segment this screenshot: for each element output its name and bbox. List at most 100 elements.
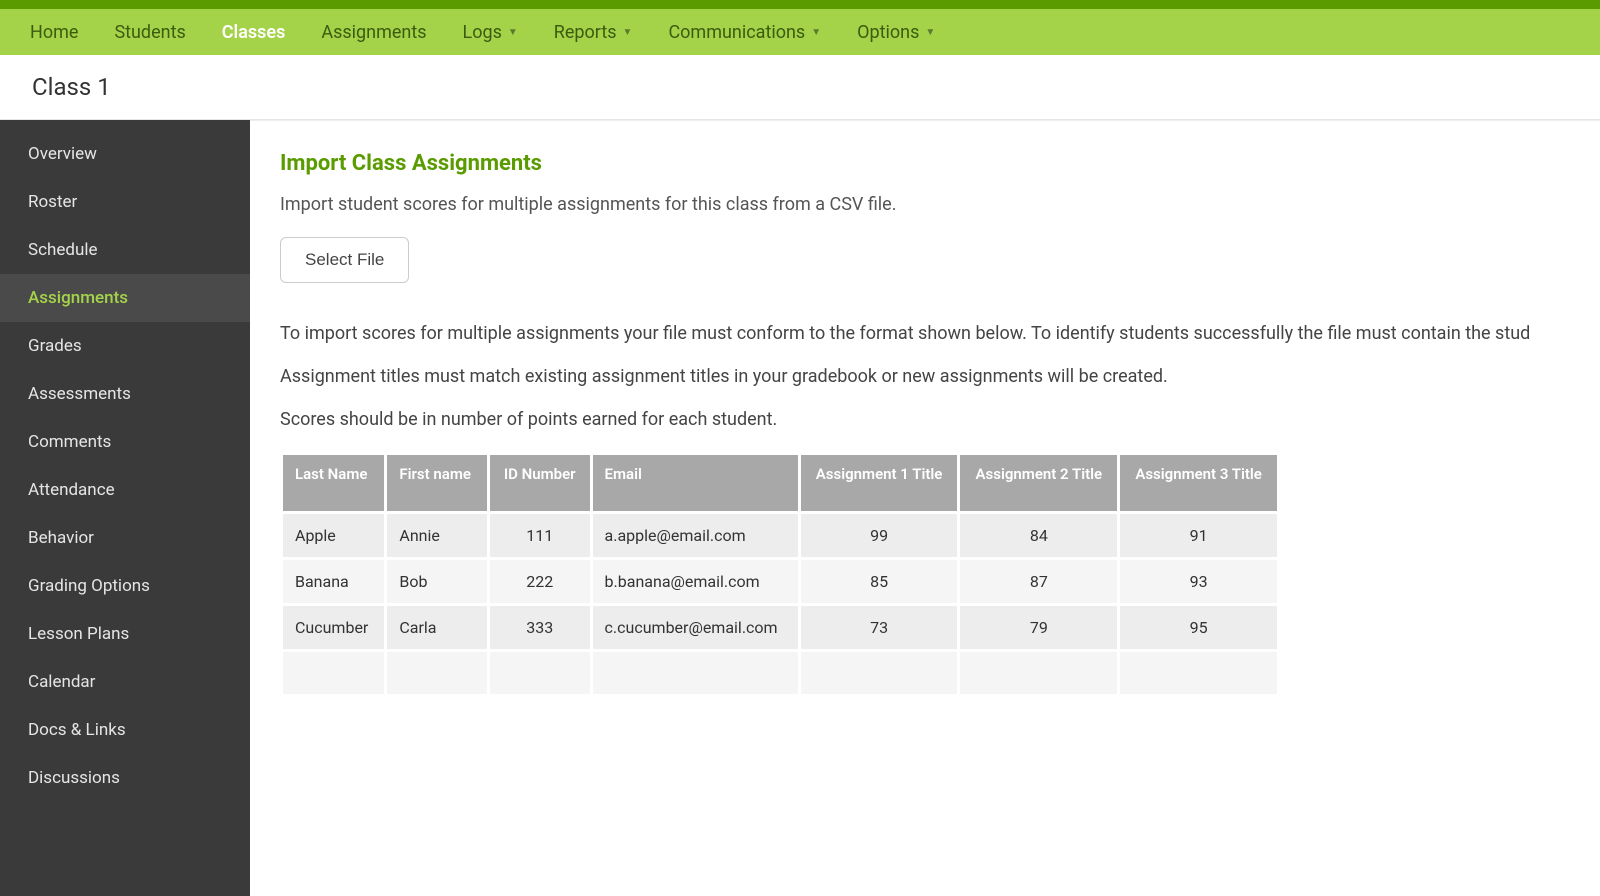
col-last-name: Last Name: [283, 455, 384, 511]
sidebar: Overview Roster Schedule Assignments Gra…: [0, 120, 250, 896]
page-header: Class 1: [0, 55, 1600, 120]
cell-last-name: Apple: [283, 514, 384, 557]
cell-a2: 84: [960, 514, 1117, 557]
nav-students[interactable]: Students: [96, 9, 203, 55]
col-assignment-1: Assignment 1 Title: [801, 455, 958, 511]
cell-first-name: Bob: [387, 560, 487, 603]
col-email: Email: [593, 455, 798, 511]
col-first-name: First name: [387, 455, 487, 511]
top-accent-bar: [0, 0, 1600, 9]
nav-communications[interactable]: Communications ▼: [650, 9, 839, 55]
cell-last-name: Banana: [283, 560, 384, 603]
cell-email: b.banana@email.com: [593, 560, 798, 603]
cell-a3: 93: [1120, 560, 1277, 603]
instruction-para-3: Scores should be in number of points ear…: [280, 409, 1570, 430]
sidebar-item-roster[interactable]: Roster: [0, 178, 250, 226]
nav-home[interactable]: Home: [12, 9, 96, 55]
cell-a2: 87: [960, 560, 1117, 603]
col-assignment-3: Assignment 3 Title: [1120, 455, 1277, 511]
sidebar-item-label: Comments: [28, 432, 111, 452]
select-file-button[interactable]: Select File: [280, 237, 409, 283]
sidebar-item-assessments[interactable]: Assessments: [0, 370, 250, 418]
cell-a2: 79: [960, 606, 1117, 649]
cell-a3: 91: [1120, 514, 1277, 557]
nav-assignments[interactable]: Assignments: [303, 9, 444, 55]
sidebar-item-grades[interactable]: Grades: [0, 322, 250, 370]
sidebar-item-schedule[interactable]: Schedule: [0, 226, 250, 274]
table-row: Cucumber Carla 333 c.cucumber@email.com …: [283, 606, 1277, 649]
sidebar-item-label: Roster: [28, 192, 77, 212]
sidebar-item-discussions[interactable]: Discussions: [0, 754, 250, 802]
empty-cell: [960, 652, 1117, 694]
nav-label: Logs: [463, 22, 502, 43]
cell-id: 333: [490, 606, 590, 649]
empty-cell: [593, 652, 798, 694]
sidebar-item-label: Calendar: [28, 672, 95, 692]
nav-label: Students: [114, 22, 185, 43]
empty-cell: [801, 652, 958, 694]
nav-label: Options: [857, 22, 919, 43]
sidebar-item-label: Attendance: [28, 480, 115, 500]
table-row: Banana Bob 222 b.banana@email.com 85 87 …: [283, 560, 1277, 603]
empty-cell: [490, 652, 590, 694]
sidebar-item-lesson-plans[interactable]: Lesson Plans: [0, 610, 250, 658]
nav-reports[interactable]: Reports ▼: [536, 9, 651, 55]
empty-cell: [283, 652, 384, 694]
nav-logs[interactable]: Logs ▼: [445, 9, 536, 55]
cell-last-name: Cucumber: [283, 606, 384, 649]
instruction-para-2: Assignment titles must match existing as…: [280, 366, 1570, 387]
nav-label: Home: [30, 22, 78, 43]
sidebar-item-label: Docs & Links: [28, 720, 126, 740]
empty-cell: [1120, 652, 1277, 694]
cell-a1: 73: [801, 606, 958, 649]
cell-a3: 95: [1120, 606, 1277, 649]
main-nav: Home Students Classes Assignments Logs▼ …: [0, 9, 1600, 55]
cell-first-name: Carla: [387, 606, 487, 649]
sidebar-item-label: Assignments: [28, 288, 128, 308]
main-content: Import Class Assignments Import student …: [250, 120, 1600, 896]
table-row: Apple Annie 111 a.apple@email.com 99 84 …: [283, 514, 1277, 557]
sidebar-item-label: Discussions: [28, 768, 120, 788]
sidebar-item-label: Grades: [28, 336, 82, 356]
sidebar-item-label: Overview: [28, 144, 97, 164]
sidebar-item-label: Behavior: [28, 528, 94, 548]
table-header-row: Last Name First name ID Number Email Ass…: [283, 455, 1277, 511]
cell-first-name: Annie: [387, 514, 487, 557]
chevron-down-icon: ▼: [508, 27, 518, 38]
sidebar-item-label: Assessments: [28, 384, 131, 404]
sample-format-table: Last Name First name ID Number Email Ass…: [280, 452, 1280, 697]
nav-options[interactable]: Options ▼: [839, 9, 953, 55]
instruction-para-1: To import scores for multiple assignment…: [280, 323, 1570, 344]
empty-cell: [387, 652, 487, 694]
cell-id: 222: [490, 560, 590, 603]
sidebar-item-calendar[interactable]: Calendar: [0, 658, 250, 706]
chevron-down-icon: ▼: [811, 27, 821, 38]
sidebar-item-assignments[interactable]: Assignments: [0, 274, 250, 322]
chevron-down-icon: ▼: [925, 27, 935, 38]
sidebar-item-grading-options[interactable]: Grading Options: [0, 562, 250, 610]
chevron-down-icon: ▼: [623, 27, 633, 38]
nav-label: Reports: [554, 22, 617, 43]
cell-id: 111: [490, 514, 590, 557]
sidebar-item-label: Grading Options: [28, 576, 150, 596]
nav-label: Assignments: [321, 22, 426, 43]
sidebar-item-behavior[interactable]: Behavior: [0, 514, 250, 562]
col-id-number: ID Number: [490, 455, 590, 511]
sidebar-item-attendance[interactable]: Attendance: [0, 466, 250, 514]
nav-label: Classes: [222, 22, 286, 43]
cell-a1: 99: [801, 514, 958, 557]
sidebar-item-comments[interactable]: Comments: [0, 418, 250, 466]
sidebar-item-label: Schedule: [28, 240, 97, 260]
cell-email: a.apple@email.com: [593, 514, 798, 557]
nav-label: Communications: [668, 22, 805, 43]
page-title: Class 1: [32, 73, 1568, 101]
cell-email: c.cucumber@email.com: [593, 606, 798, 649]
sidebar-item-docs-links[interactable]: Docs & Links: [0, 706, 250, 754]
col-assignment-2: Assignment 2 Title: [960, 455, 1117, 511]
sidebar-item-overview[interactable]: Overview: [0, 130, 250, 178]
section-heading: Import Class Assignments: [280, 151, 1570, 176]
nav-classes[interactable]: Classes: [204, 9, 304, 55]
cell-a1: 85: [801, 560, 958, 603]
table-row-empty: [283, 652, 1277, 694]
intro-text: Import student scores for multiple assig…: [280, 194, 1570, 215]
